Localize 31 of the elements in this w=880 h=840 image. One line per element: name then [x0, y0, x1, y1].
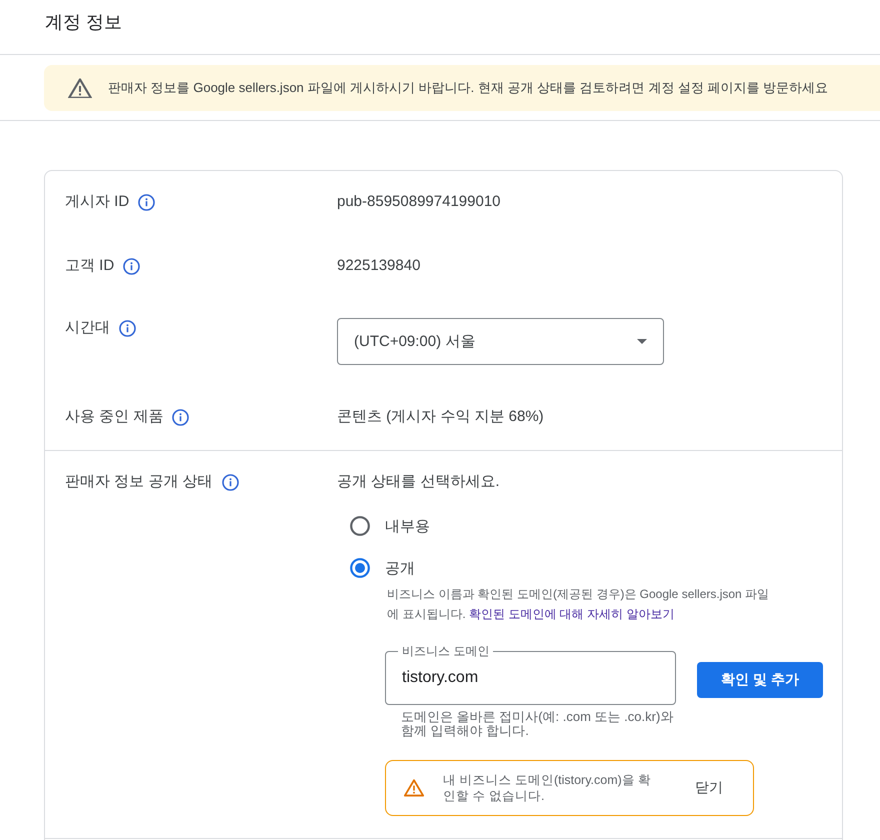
warning-icon	[404, 779, 424, 797]
alert-text: 내 비즈니스 도메인(tistory.com)을 확인할 수 없습니다.	[443, 772, 652, 804]
radio-label[interactable]: 내부용	[385, 516, 430, 536]
info-label: 판매자 정보 공개 상태	[65, 472, 213, 492]
helper-text: 도메인은 올바른 접미사(예: .com 또는 .co.kr)와 함께 입력해야 합니다.	[401, 710, 674, 738]
info-label: 고객 ID	[65, 256, 114, 276]
info-icon[interactable]	[138, 194, 156, 210]
timezone-select[interactable]: (UTC+09:00) 서울	[337, 318, 664, 365]
close-button[interactable]: 닫기	[687, 773, 731, 803]
page-title: 계정 정보	[45, 11, 122, 34]
verify-add-button[interactable]: 확인 및 추가	[697, 662, 823, 698]
info-icon[interactable]	[172, 408, 190, 426]
option-description: 비즈니스 이름과 확인된 도메인(제공된 경우)은 Google sellers.json 파일에 표시됩니다. 확인된 도메인에 대해 자세히 알아보기	[387, 586, 770, 623]
radio-button[interactable]	[350, 558, 370, 578]
radio-button[interactable]	[350, 516, 370, 536]
info-icon[interactable]	[123, 258, 140, 274]
banner-text: 판매자 정보를 Google sellers.json 파일에 게시하시기 바랍니다. 현재 공개 상태를 검토하려면 계정 설정 페이지를 방문하세요	[108, 79, 828, 97]
prompt-text: 공개 상태를 선택하세요.	[337, 472, 501, 492]
info-icon[interactable]	[119, 320, 136, 336]
info-value: pub-8595089974199010	[337, 192, 502, 212]
learn-more-link[interactable]: 확인된 도메인에 대해 자세히 알아보기	[469, 607, 674, 621]
info-label: 사용 중인 제품	[65, 407, 164, 427]
info-label: 시간대	[65, 318, 110, 338]
domain-input-field[interactable]: 비즈니스 도메인 tistory.com	[385, 643, 676, 705]
info-label: 게시자 ID	[65, 192, 130, 212]
caret-icon	[637, 339, 647, 344]
info-value: 콘텐츠 (게시자 수익 지분 68%)	[337, 407, 545, 427]
info-icon[interactable]	[222, 474, 239, 490]
warning-icon	[68, 78, 92, 98]
info-value: 9225139840	[337, 256, 422, 276]
radio-label[interactable]: 공개	[385, 558, 415, 578]
